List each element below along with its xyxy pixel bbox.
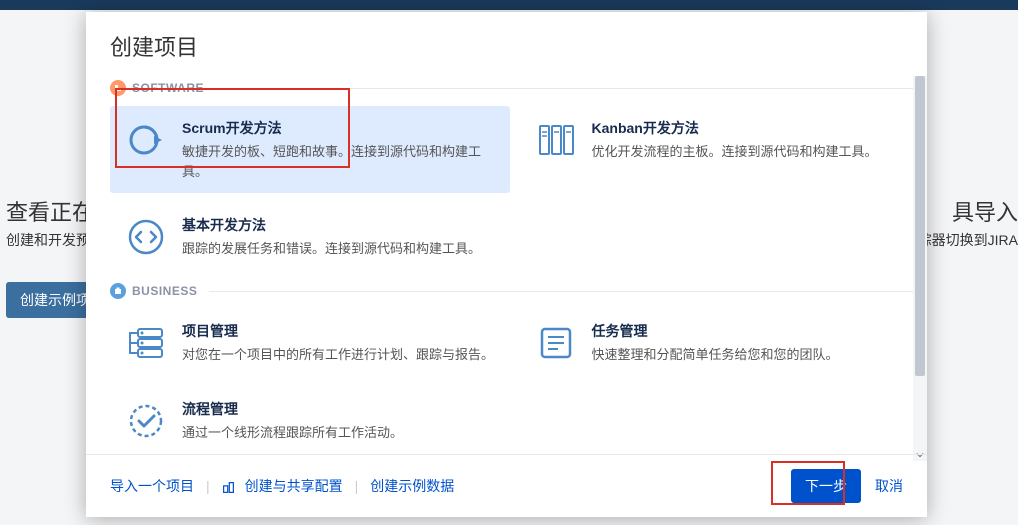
option-basic-dev[interactable]: 基本开发方法 跟踪的发展任务和错误。连接到源代码和构建工具。 [110,203,510,271]
option-scrum[interactable]: Scrum开发方法 敏捷开发的板、短跑和故事。连接到源代码和构建工具。 [110,106,510,193]
bg-text: 具导入 [952,195,1018,227]
business-section-icon [110,283,126,299]
modal-title: 创建项目 [110,30,903,62]
software-section-icon [110,80,126,96]
software-options: Scrum开发方法 敏捷开发的板、短跑和故事。连接到源代码和构建工具。 [110,106,919,271]
business-options: 项目管理 对您在一个项目中的所有工作进行计划、跟踪与报告。 任务管理 快速整理 [110,309,919,454]
option-desc: 优化开发流程的主板。连接到源代码和构建工具。 [592,142,906,162]
section-header-software: SOFTWARE [110,80,919,96]
project-mgmt-icon [124,321,168,365]
cancel-button[interactable]: 取消 [875,476,903,496]
section-header-business: BUSINESS [110,283,919,299]
footer-actions: 下一步 取消 [791,469,903,503]
option-desc: 快速整理和分配简单任务给您和您的团队。 [592,345,906,365]
option-title: 流程管理 [182,399,496,419]
sample-data-link[interactable]: 创建示例数据 [370,476,454,496]
bg-text: 查看正在 [6,195,94,227]
modal-body: SOFTWARE Scrum开发方法 敏捷开发的板、短跑和故事。连接到源代码和构… [86,68,927,454]
create-project-modal: 创建项目 SOFTWARE Scrum开发方法 [86,12,927,517]
import-project-link[interactable]: 导入一个项目 [110,476,194,496]
option-title: 任务管理 [592,321,906,341]
scrum-icon [124,118,168,162]
modal-header: 创建项目 [86,12,927,68]
option-task-mgmt[interactable]: 任务管理 快速整理和分配简单任务给您和您的团队。 [520,309,920,377]
divider [209,291,919,292]
modal-footer: 导入一个项目 | 创建与共享配置 | 创建示例数据 下一步 取消 [86,454,927,517]
option-desc: 通过一个线形流程跟踪所有工作活动。 [182,423,496,443]
share-config-link[interactable]: 创建与共享配置 [245,476,343,496]
option-desc: 跟踪的发展任务和错误。连接到源代码和构建工具。 [182,239,496,259]
option-title: 项目管理 [182,321,496,341]
divider [216,88,919,89]
process-mgmt-icon [124,399,168,443]
option-title: Kanban开发方法 [592,118,906,138]
scrollbar[interactable] [913,76,927,461]
bg-text: 创建和开发预 [6,230,90,250]
option-title: 基本开发方法 [182,215,496,235]
share-icon [222,478,235,493]
section-label: SOFTWARE [132,81,204,95]
section-label: BUSINESS [132,284,197,298]
option-desc: 对您在一个项目中的所有工作进行计划、跟踪与报告。 [182,345,496,365]
next-button[interactable]: 下一步 [791,469,861,503]
option-kanban[interactable]: Kanban开发方法 优化开发流程的主板。连接到源代码和构建工具。 [520,106,920,193]
option-title: Scrum开发方法 [182,118,496,138]
bg-text: 踪器切换到JIRA [918,230,1018,250]
option-project-mgmt[interactable]: 项目管理 对您在一个项目中的所有工作进行计划、跟踪与报告。 [110,309,510,377]
separator: | [206,478,210,494]
scrollbar-thumb[interactable] [915,76,925,376]
option-desc: 敏捷开发的板、短跑和故事。连接到源代码和构建工具。 [182,142,496,181]
app-header-bar [0,0,1018,10]
task-mgmt-icon [534,321,578,365]
separator: | [355,478,359,494]
option-process-mgmt[interactable]: 流程管理 通过一个线形流程跟踪所有工作活动。 [110,387,510,454]
code-icon [124,215,168,259]
kanban-icon [534,118,578,162]
